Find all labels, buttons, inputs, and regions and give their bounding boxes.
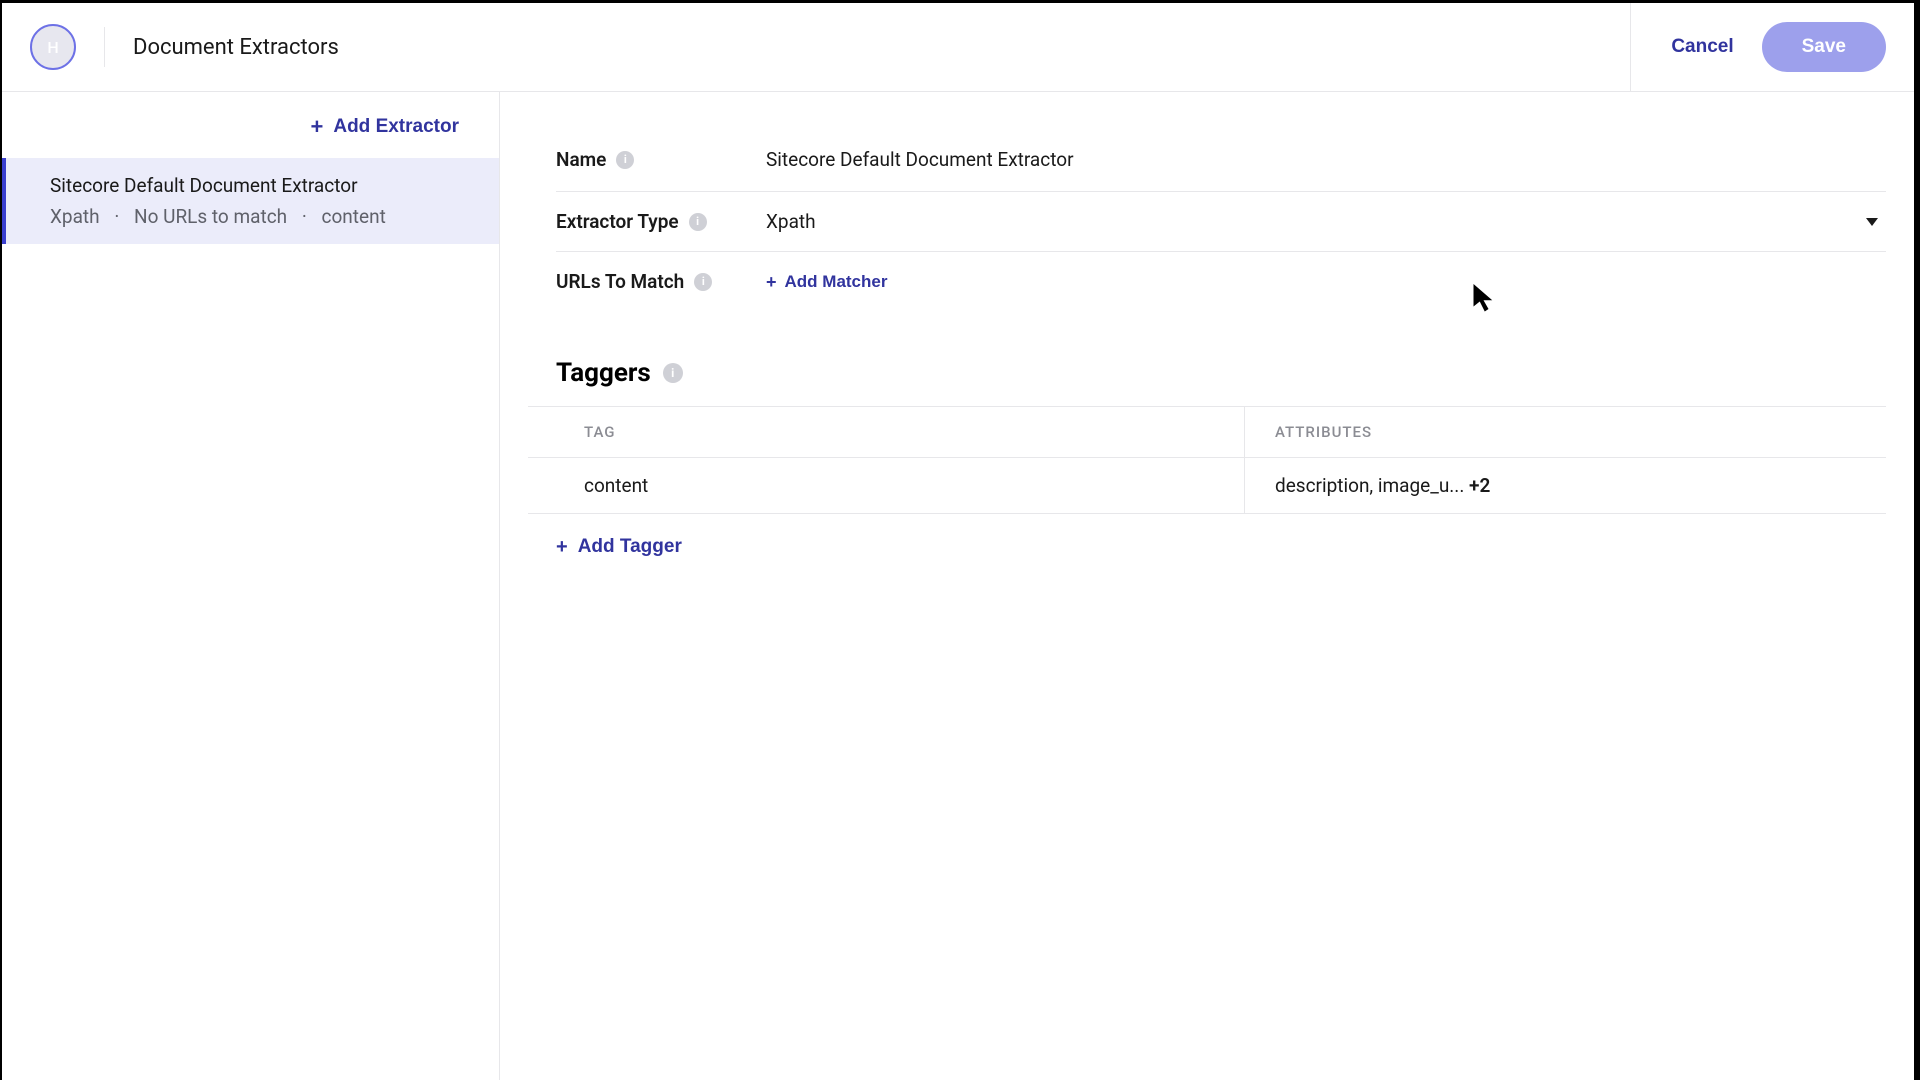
field-row-name: Name i Sitecore Default Document Extract… xyxy=(556,128,1886,192)
table-row[interactable]: content description, image_u... +2 xyxy=(528,458,1886,514)
name-input[interactable]: Sitecore Default Document Extractor xyxy=(766,146,1886,173)
add-extractor-label: Add Extractor xyxy=(333,116,459,138)
sidebar-item-meta-tagger: content xyxy=(322,205,386,228)
avatar[interactable]: H xyxy=(30,24,76,70)
header-divider xyxy=(104,27,105,67)
plus-icon: + xyxy=(766,273,777,291)
extractor-type-select[interactable]: Xpath xyxy=(766,210,1886,233)
save-button[interactable]: Save xyxy=(1762,22,1886,72)
info-icon[interactable]: i xyxy=(616,151,634,169)
avatar-initial: H xyxy=(47,38,58,57)
cell-attributes: description, image_u... +2 xyxy=(1244,458,1886,513)
field-label-urls: URLs To Match i xyxy=(556,270,766,293)
column-header-tag: TAG xyxy=(528,407,1244,457)
sidebar-item-meta-urls: No URLs to match xyxy=(134,205,287,228)
page-title: Document Extractors xyxy=(133,35,339,60)
field-row-extractor-type: Extractor Type i Xpath xyxy=(556,192,1886,252)
info-icon[interactable]: i xyxy=(663,363,683,383)
taggers-table-head: TAG ATTRIBUTES xyxy=(528,406,1886,458)
add-matcher-button[interactable]: + Add Matcher xyxy=(766,272,887,292)
plus-icon: + xyxy=(556,537,568,557)
plus-icon: + xyxy=(311,116,324,138)
info-icon[interactable]: i xyxy=(694,273,712,291)
sidebar-item-title: Sitecore Default Document Extractor xyxy=(50,174,455,197)
main-panel: Name i Sitecore Default Document Extract… xyxy=(500,92,1914,1080)
attributes-more-count: +2 xyxy=(1469,474,1490,497)
header-bar: H Document Extractors Cancel Save xyxy=(2,3,1914,92)
add-tagger-button[interactable]: + Add Tagger xyxy=(556,536,682,558)
sidebar-item-meta-type: Xpath xyxy=(50,205,100,228)
column-header-attributes: ATTRIBUTES xyxy=(1244,407,1886,457)
field-label-extractor-type: Extractor Type i xyxy=(556,210,766,233)
add-extractor-button[interactable]: + Add Extractor xyxy=(311,116,460,138)
add-tagger-label: Add Tagger xyxy=(578,536,682,558)
sidebar-item-extractor[interactable]: Sitecore Default Document Extractor Xpat… xyxy=(2,158,499,244)
extractor-type-value: Xpath xyxy=(766,210,816,233)
cell-tag: content xyxy=(528,458,1244,513)
sidebar: + Add Extractor Sitecore Default Documen… xyxy=(2,92,500,1080)
info-icon[interactable]: i xyxy=(689,213,707,231)
field-label-name: Name i xyxy=(556,148,766,171)
add-matcher-label: Add Matcher xyxy=(785,272,888,292)
taggers-section-title: Taggers i xyxy=(556,358,1886,388)
field-row-urls: URLs To Match i + Add Matcher xyxy=(556,252,1886,312)
chevron-down-icon xyxy=(1866,218,1878,226)
header-actions: Cancel Save xyxy=(1630,3,1886,91)
sidebar-item-meta: Xpath · No URLs to match · content xyxy=(50,205,455,228)
taggers-table: TAG ATTRIBUTES content description, imag… xyxy=(528,406,1886,514)
cancel-button[interactable]: Cancel xyxy=(1671,36,1733,58)
